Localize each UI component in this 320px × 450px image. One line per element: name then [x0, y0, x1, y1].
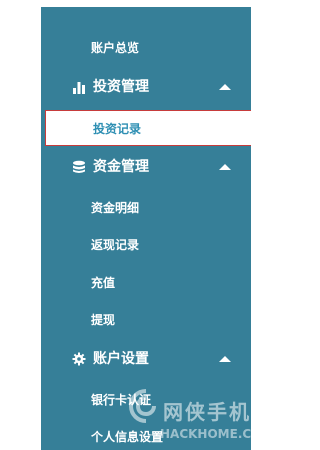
gear-icon	[71, 351, 87, 367]
menu-group-account-settings[interactable]: 账户设置	[41, 351, 251, 367]
menu-item-label: 提现	[91, 313, 116, 327]
menu-item-label: 账户总览	[91, 41, 140, 55]
chevron-up-icon	[219, 84, 231, 90]
menu-item-fund-details[interactable]: 资金明细	[41, 200, 251, 216]
chevron-up-icon	[219, 164, 231, 170]
menu-group-investment[interactable]: 投资管理	[41, 79, 251, 95]
bar-chart-icon	[71, 79, 87, 95]
menu-item-label: 返现记录	[91, 238, 140, 252]
menu-item-bank-card-verification[interactable]: 银行卡认证	[41, 392, 251, 408]
menu-group-label: 账户设置	[93, 351, 149, 367]
menu-item-investment-records[interactable]: 投资记录	[45, 110, 251, 146]
menu-item-account-overview[interactable]: 账户总览	[41, 40, 251, 56]
menu-item-cashback-records[interactable]: 返现记录	[41, 237, 251, 253]
chevron-up-icon	[219, 356, 231, 362]
menu-item-label: 资金明细	[91, 201, 140, 215]
menu-item-label: 银行卡认证	[91, 393, 152, 407]
menu-item-recharge[interactable]: 充值	[41, 275, 251, 291]
menu-item-personal-info-settings[interactable]: 个人信息设置	[41, 429, 251, 445]
database-icon	[71, 159, 87, 175]
menu-item-withdraw[interactable]: 提现	[41, 312, 251, 328]
menu-group-label: 投资管理	[93, 79, 149, 95]
menu-group-label: 资金管理	[93, 159, 149, 175]
menu-group-funds[interactable]: 资金管理	[41, 159, 251, 175]
menu-item-label: 投资记录	[93, 122, 142, 136]
menu-item-label: 个人信息设置	[91, 430, 164, 444]
menu-item-label: 充值	[91, 276, 116, 290]
sidebar-menu: 账户总览 投资管理 投资记录 资金管理 资金明细 返现记录 充值 提现 账户设置…	[41, 7, 251, 450]
